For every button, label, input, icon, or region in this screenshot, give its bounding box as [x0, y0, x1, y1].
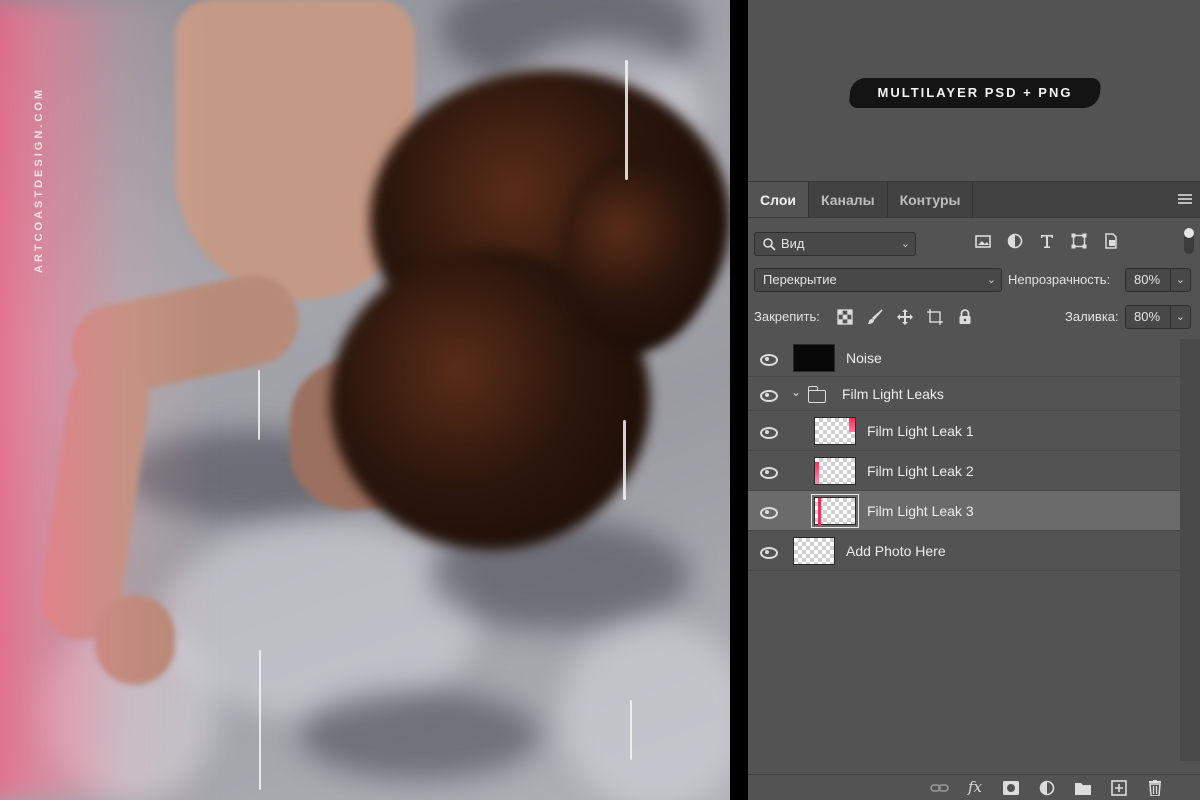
visibility-eye-icon[interactable]	[758, 353, 778, 366]
new-layer-icon[interactable]	[1110, 780, 1128, 796]
lock-all-icon[interactable]	[956, 308, 974, 326]
fill-value: 80%	[1134, 309, 1161, 324]
folder-icon	[807, 386, 826, 403]
layers-scrollbar[interactable]	[1180, 339, 1200, 761]
search-icon	[763, 238, 776, 251]
badge-text: MULTILAYER PSD + PNG	[877, 85, 1073, 100]
chevron-down-icon[interactable]: ⌄	[1169, 306, 1185, 328]
layer-name: Film Light Leak 1	[867, 423, 974, 439]
film-scratch	[630, 700, 632, 760]
layer-row-group[interactable]: ⌄ Film Light Leaks	[748, 377, 1180, 411]
chevron-down-icon: ⌄	[986, 274, 996, 286]
chevron-down-icon: ⌄	[900, 238, 910, 250]
type-filter-icon[interactable]	[1038, 232, 1056, 250]
layer-name: Film Light Leak 2	[867, 463, 974, 479]
hair	[560, 150, 710, 350]
layer-row-noise[interactable]: Noise	[748, 339, 1180, 377]
layer-thumbnail	[793, 344, 835, 372]
layer-row-leak-3[interactable]: Film Light Leak 3	[748, 491, 1180, 531]
watermark-text: ARTCOASTDESIGN.COM	[33, 87, 45, 273]
blend-row: Перекрытие ⌄ Непрозрачность: 80% ⌄	[748, 268, 1200, 292]
opacity-label: Непрозрачность:	[1008, 272, 1111, 287]
blend-mode-value: Перекрытие	[763, 272, 837, 287]
layer-thumbnail	[793, 537, 835, 565]
film-scratch	[259, 650, 261, 790]
layer-row-leak-1[interactable]: Film Light Leak 1	[748, 411, 1180, 451]
film-scratch	[258, 370, 260, 440]
adjustment-filter-icon[interactable]	[1006, 232, 1024, 250]
opacity-value: 80%	[1134, 272, 1161, 287]
layer-name: Noise	[846, 350, 882, 366]
leak-swatch	[849, 418, 855, 432]
visibility-eye-icon[interactable]	[758, 546, 778, 559]
filter-toggle[interactable]	[1184, 228, 1194, 254]
visibility-eye-icon[interactable]	[758, 506, 778, 519]
layer-thumbnail	[814, 457, 856, 485]
lock-brush-icon[interactable]	[866, 308, 884, 326]
new-group-folder-icon[interactable]	[1074, 780, 1092, 796]
lock-icons	[836, 308, 974, 326]
tab-channels[interactable]: Каналы	[809, 182, 888, 217]
adjustment-layer-icon[interactable]	[1038, 780, 1056, 796]
layer-name: Film Light Leaks	[842, 386, 944, 402]
film-scratch	[623, 420, 626, 500]
photo-preview: ARTCOASTDESIGN.COM	[0, 0, 730, 800]
trash-icon[interactable]	[1146, 780, 1164, 797]
sheet-shadow	[300, 690, 540, 780]
chevron-down-icon[interactable]: ⌄	[1169, 269, 1185, 291]
layer-row-leak-2[interactable]: Film Light Leak 2	[748, 451, 1180, 491]
link-layers-icon[interactable]	[930, 780, 949, 796]
filter-icons	[974, 232, 1120, 250]
filter-kind-select[interactable]: Вид ⌄	[754, 232, 916, 256]
layers-panel: Слои Каналы Контуры Вид ⌄ Перекрытие ⌄ Н…	[748, 181, 1200, 800]
layer-name: Film Light Leak 3	[867, 503, 974, 519]
photoshop-panel-area: MULTILAYER PSD + PNG Слои Каналы Контуры…	[748, 0, 1200, 800]
image-filter-icon[interactable]	[974, 232, 992, 250]
tab-layers[interactable]: Слои	[748, 182, 809, 217]
leak-swatch	[818, 498, 821, 526]
promo-badge: MULTILAYER PSD + PNG	[848, 78, 1102, 108]
layers-bottom-toolbar: fx	[748, 774, 1200, 800]
light-leak-overlay	[0, 0, 210, 800]
layer-style-fx-icon[interactable]: fx	[968, 778, 982, 796]
smart-object-filter-icon[interactable]	[1102, 232, 1120, 250]
lock-label: Закрепить:	[754, 309, 820, 324]
lock-row: Закрепить: Заливка: 80% ⌄	[748, 305, 1200, 329]
blend-mode-select[interactable]: Перекрытие ⌄	[754, 268, 1002, 292]
add-mask-icon[interactable]	[1002, 780, 1020, 796]
film-scratch	[625, 60, 628, 180]
panel-tabbar: Слои Каналы Контуры	[748, 182, 1200, 218]
fill-label: Заливка:	[1065, 309, 1119, 324]
chevron-down-icon[interactable]: ⌄	[791, 385, 801, 399]
layer-row-add-photo[interactable]: Add Photo Here	[748, 531, 1180, 571]
tab-paths[interactable]: Контуры	[888, 182, 974, 217]
divider	[730, 0, 748, 800]
visibility-eye-icon[interactable]	[758, 389, 778, 402]
fill-input[interactable]: 80% ⌄	[1125, 305, 1191, 329]
layer-name: Add Photo Here	[846, 543, 946, 559]
layer-thumbnail	[811, 494, 859, 528]
shape-filter-icon[interactable]	[1070, 232, 1088, 250]
visibility-eye-icon[interactable]	[758, 466, 778, 479]
sheet-highlight	[560, 620, 730, 800]
filter-row: Вид ⌄	[748, 228, 1200, 256]
panel-menu-icon[interactable]	[1178, 194, 1192, 206]
opacity-input[interactable]: 80% ⌄	[1125, 268, 1191, 292]
lock-artboard-icon[interactable]	[926, 308, 944, 326]
lock-transparency-icon[interactable]	[836, 308, 854, 326]
lock-move-icon[interactable]	[896, 308, 914, 326]
layer-thumbnail	[814, 417, 856, 445]
leak-swatch	[815, 462, 819, 484]
filter-kind-label: Вид	[781, 236, 805, 251]
visibility-eye-icon[interactable]	[758, 426, 778, 439]
